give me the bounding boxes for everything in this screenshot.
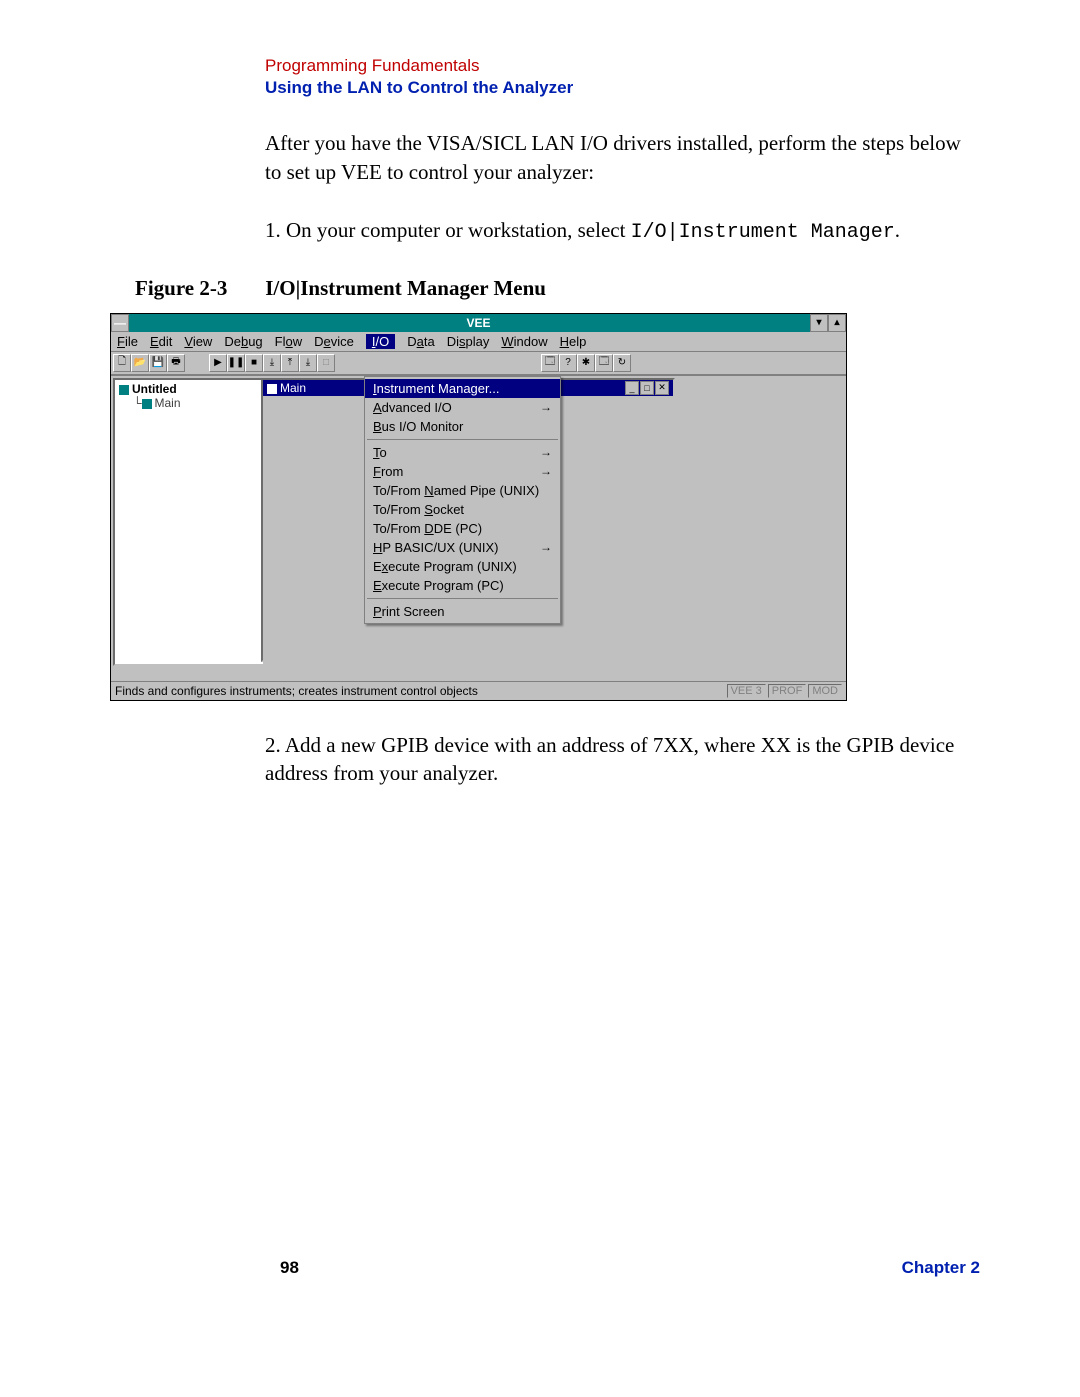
menu-edit[interactable]: Edit: [150, 334, 172, 349]
menu-window[interactable]: Window: [501, 334, 547, 349]
menu-bus-io-monitor[interactable]: Bus I/O Monitor: [365, 417, 560, 436]
tree-panel[interactable]: Untitled └Main: [113, 378, 265, 666]
tool-b-icon[interactable]: ?: [559, 354, 577, 372]
step1-text: 1. On your computer or workstation, sele…: [265, 218, 631, 242]
tool-a-icon[interactable]: 🗔: [541, 354, 559, 372]
menu-exec-pc[interactable]: Execute Program (PC): [365, 576, 560, 595]
menu-named-pipe[interactable]: To/From Named Pipe (UNIX): [365, 481, 560, 500]
intro-paragraph: After you have the VISA/SICL LAN I/O dri…: [265, 129, 975, 186]
figure-title: I/O|Instrument Manager Menu: [265, 276, 546, 300]
menu-from[interactable]: From→: [365, 462, 560, 481]
menu-file[interactable]: File: [117, 334, 138, 349]
status-indicator-mod: MOD: [808, 684, 842, 698]
minimize-button[interactable]: ▾: [810, 314, 828, 332]
menu-dde[interactable]: To/From DDE (PC): [365, 519, 560, 538]
step-2: 2. Add a new GPIB device with an address…: [265, 731, 975, 788]
new-icon[interactable]: 🗋: [113, 354, 131, 372]
menu-print-screen[interactable]: Print Screen: [365, 602, 560, 621]
menu-hpbasic[interactable]: HP BASIC/UX (UNIX)→: [365, 538, 560, 557]
main-panel-title: Main: [280, 381, 306, 395]
step3-icon[interactable]: ⤓: [299, 354, 317, 372]
menu-device[interactable]: Device: [314, 334, 354, 349]
tool-e-icon[interactable]: ↻: [613, 354, 631, 372]
menu-io[interactable]: I/O: [366, 334, 395, 349]
pause-icon[interactable]: ❚❚: [227, 354, 245, 372]
io-dropdown-menu[interactable]: Instrument Manager... Advanced I/O→ Bus …: [364, 376, 561, 624]
tool-d-icon[interactable]: 🗔: [595, 354, 613, 372]
menu-data[interactable]: Data: [407, 334, 434, 349]
submenu-arrow-icon: →: [540, 464, 552, 478]
menu-bar[interactable]: File Edit View Debug Flow Device I/O Dat…: [111, 332, 846, 352]
header-subsection: Using the LAN to Control the Analyzer: [265, 77, 990, 99]
page-number: 98: [280, 1258, 299, 1278]
menu-to[interactable]: To→: [365, 443, 560, 462]
submenu-arrow-icon: →: [540, 400, 552, 414]
menu-exec-unix[interactable]: Execute Program (UNIX): [365, 557, 560, 576]
step-1: 1. On your computer or workstation, sele…: [265, 216, 975, 246]
submenu-arrow-icon: →: [540, 445, 552, 459]
menu-separator: [367, 598, 558, 599]
menu-flow[interactable]: Flow: [275, 334, 302, 349]
stop-icon[interactable]: ■: [245, 354, 263, 372]
maximize-button[interactable]: ▴: [828, 314, 846, 332]
doc-icon: [119, 385, 129, 395]
status-indicator-prof: PROF: [768, 684, 807, 698]
run-icon[interactable]: ▶: [209, 354, 227, 372]
tree-root[interactable]: Untitled: [132, 382, 177, 396]
print-icon[interactable]: 🖶: [167, 354, 185, 372]
menu-help[interactable]: Help: [560, 334, 587, 349]
panel-max-icon[interactable]: □: [640, 381, 654, 395]
status-bar: Finds and configures instruments; create…: [111, 681, 846, 700]
panel-min-icon[interactable]: _: [625, 381, 639, 395]
panel-close-icon[interactable]: ✕: [655, 381, 669, 395]
menu-separator: [367, 439, 558, 440]
window-titlebar[interactable]: — VEE ▾ ▴: [111, 314, 846, 332]
system-menu-icon[interactable]: —: [111, 314, 129, 332]
figure-label: Figure 2-3: [135, 276, 260, 301]
submenu-arrow-icon: →: [540, 540, 552, 554]
header-section: Programming Fundamentals: [265, 55, 990, 77]
tree-child[interactable]: Main: [155, 396, 181, 410]
panel-icon: [267, 384, 277, 394]
step-icon[interactable]: ⤓: [263, 354, 281, 372]
step1-code: I/O|Instrument Manager: [631, 221, 895, 244]
tool-c-icon[interactable]: ✱: [577, 354, 595, 372]
open-icon[interactable]: 📂: [131, 354, 149, 372]
doc-icon: [142, 399, 152, 409]
menu-view[interactable]: View: [184, 334, 212, 349]
menu-display[interactable]: Display: [447, 334, 490, 349]
vee-screenshot: — VEE ▾ ▴ File Edit View Debug Flow Devi…: [110, 313, 847, 701]
save-icon[interactable]: 💾: [149, 354, 167, 372]
status-indicator-vee: VEE 3: [727, 684, 766, 698]
window-title: VEE: [466, 316, 490, 330]
menu-socket[interactable]: To/From Socket: [365, 500, 560, 519]
status-text: Finds and configures instruments; create…: [115, 684, 478, 698]
step1-suffix: .: [895, 218, 900, 242]
figure-caption: Figure 2-3 I/O|Instrument Manager Menu: [135, 276, 990, 301]
menu-debug[interactable]: Debug: [224, 334, 262, 349]
menu-advanced-io[interactable]: Advanced I/O→: [365, 398, 560, 417]
work-area: Untitled └Main Main _ □ ✕ Instrument Man…: [111, 375, 846, 681]
step2-icon[interactable]: ⤒: [281, 354, 299, 372]
toolbar: 🗋 📂 💾 🖶 ▶ ❚❚ ■ ⤓ ⤒ ⤓ □ 🗔 ? ✱ 🗔 ↻: [111, 352, 846, 375]
menu-instrument-manager[interactable]: Instrument Manager...: [365, 379, 560, 398]
disabled-icon: □: [317, 354, 335, 372]
chapter-label: Chapter 2: [902, 1258, 980, 1278]
